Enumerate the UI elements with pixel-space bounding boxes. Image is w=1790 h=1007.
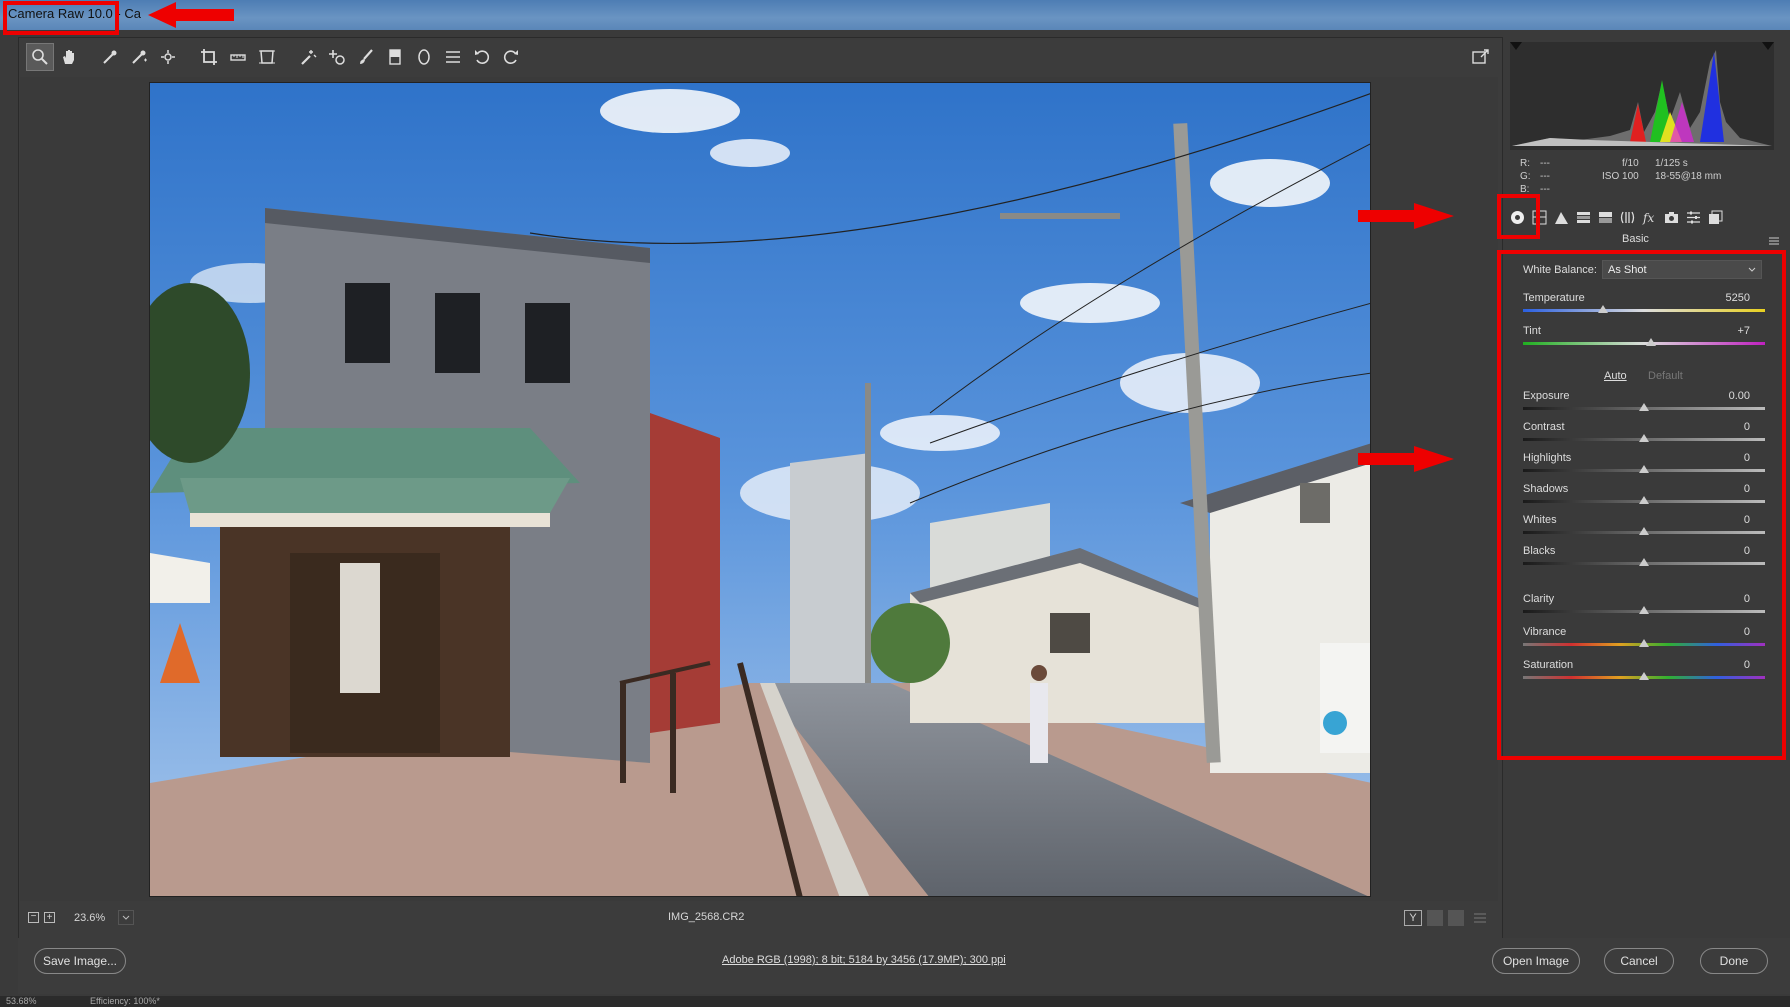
swap-before-after-button[interactable] — [1427, 910, 1443, 926]
g-value: --- — [1540, 171, 1550, 182]
workflow-options-link[interactable]: Adobe RGB (1998); 8 bit; 5184 by 3456 (1… — [722, 954, 1006, 966]
hand-tool[interactable] — [55, 43, 83, 71]
panel-title: Basic — [1622, 233, 1649, 245]
redeye-tool[interactable] — [323, 43, 351, 71]
host-zoom: 53.68% — [6, 996, 37, 1006]
preview-image[interactable] — [149, 82, 1371, 897]
annotation-box-basic-tab — [1497, 194, 1540, 239]
host-efficiency: Efficiency: 100%* — [90, 996, 160, 1006]
panel-tabs: fx — [1506, 204, 1776, 230]
camera-info: R: --- G: --- B: --- f/10 1/125 s ISO 10… — [1510, 152, 1774, 195]
open-image-button[interactable]: Open Image — [1492, 948, 1580, 974]
rotate-cw-icon — [503, 50, 518, 64]
r-label: R: — [1520, 158, 1530, 169]
tab-presets[interactable] — [1682, 206, 1704, 228]
color-sampler-tool[interactable] — [125, 43, 153, 71]
rotate-cw-tool[interactable] — [497, 43, 525, 71]
annotation-box-basic-panel — [1497, 250, 1786, 760]
tab-hsl[interactable] — [1572, 206, 1594, 228]
tab-effects[interactable]: fx — [1638, 206, 1660, 228]
snapshots-icon — [1708, 210, 1722, 224]
histogram — [1510, 42, 1774, 150]
zoom-out-button[interactable]: − — [28, 912, 39, 923]
tab-camera-calibration[interactable] — [1660, 206, 1682, 228]
graduated-filter-icon — [389, 49, 401, 65]
adjustment-brush-tool[interactable] — [352, 43, 380, 71]
iso-value: ISO 100 — [1602, 171, 1639, 182]
redeye-icon — [329, 50, 345, 65]
brush-icon — [360, 49, 373, 64]
targeted-adjustment-icon — [161, 50, 175, 64]
svg-text:fx: fx — [1642, 211, 1654, 225]
zoom-icon — [32, 49, 48, 65]
preview-settings-button[interactable] — [1472, 910, 1488, 926]
zoom-dropdown[interactable] — [118, 910, 134, 925]
aperture-value: f/10 — [1622, 158, 1639, 169]
title-bar: Camera Raw 10.0 - Ca — [0, 0, 1790, 30]
cancel-button[interactable]: Cancel — [1604, 948, 1674, 974]
tab-lens-corrections[interactable] — [1616, 206, 1638, 228]
transform-icon — [259, 50, 275, 64]
graduated-filter-tool[interactable] — [381, 43, 409, 71]
done-button[interactable]: Done — [1700, 948, 1768, 974]
copy-settings-button[interactable] — [1448, 910, 1464, 926]
annotation-arrow-tab — [1358, 203, 1454, 229]
straighten-tool[interactable] — [224, 43, 252, 71]
list-icon — [446, 51, 460, 63]
fullscreen-toggle[interactable] — [1468, 44, 1494, 70]
rotate-ccw-tool[interactable] — [468, 43, 496, 71]
save-image-button[interactable]: Save Image... — [34, 948, 126, 974]
straighten-icon — [230, 54, 246, 61]
tab-snapshots[interactable] — [1704, 206, 1726, 228]
fullscreen-icon — [1472, 49, 1489, 64]
annotation-arrow-title — [148, 2, 234, 28]
color-sampler-icon — [132, 50, 147, 64]
lens-value: 18-55@18 mm — [1655, 171, 1722, 182]
fx-icon: fx — [1642, 211, 1654, 225]
menu-icon — [1769, 237, 1779, 245]
camera-icon — [1664, 211, 1678, 223]
r-value: --- — [1540, 158, 1550, 169]
status-bar: − + 23.6% IMG_2568.CR2 Y — [20, 906, 1498, 930]
tab-split-toning[interactable] — [1594, 206, 1616, 228]
b-value: --- — [1540, 184, 1550, 195]
photo-street-scene — [150, 83, 1370, 896]
mountain-icon — [1554, 211, 1568, 224]
zoom-level: 23.6% — [74, 912, 106, 924]
split-toning-icon — [1598, 211, 1612, 223]
crop-tool[interactable] — [195, 43, 223, 71]
panel-menu-button[interactable] — [1768, 233, 1780, 245]
radial-filter-tool[interactable] — [410, 43, 438, 71]
radial-filter-icon — [418, 49, 430, 65]
g-label: G: — [1520, 171, 1531, 182]
tab-detail[interactable] — [1550, 206, 1572, 228]
before-after-toggle[interactable]: Y — [1404, 910, 1422, 926]
presets-list-tool[interactable] — [439, 43, 467, 71]
sliders-icon — [1474, 913, 1486, 923]
transform-tool[interactable] — [253, 43, 281, 71]
hand-icon — [63, 50, 74, 64]
targeted-adjustment-tool[interactable] — [154, 43, 182, 71]
presets-icon — [1686, 211, 1700, 223]
host-status-bar: 53.68% Efficiency: 100%* — [0, 996, 1790, 1007]
spot-removal-tool[interactable] — [294, 43, 322, 71]
annotation-arrow-panel — [1358, 446, 1454, 472]
lens-icon — [1620, 211, 1634, 223]
zoom-tool[interactable] — [26, 43, 54, 71]
hsl-icon — [1576, 211, 1590, 223]
chevron-down-icon — [122, 915, 130, 920]
white-balance-tool[interactable] — [96, 43, 124, 71]
rotate-ccw-icon — [475, 50, 490, 64]
zoom-in-button[interactable]: + — [44, 912, 55, 923]
eyedropper-icon — [103, 50, 117, 64]
shutter-value: 1/125 s — [1655, 158, 1688, 169]
spot-removal-icon — [301, 50, 317, 65]
image-filename: IMG_2568.CR2 — [668, 911, 745, 923]
toolbar — [20, 40, 1495, 74]
annotation-box-title — [3, 1, 119, 35]
crop-icon — [201, 49, 217, 65]
